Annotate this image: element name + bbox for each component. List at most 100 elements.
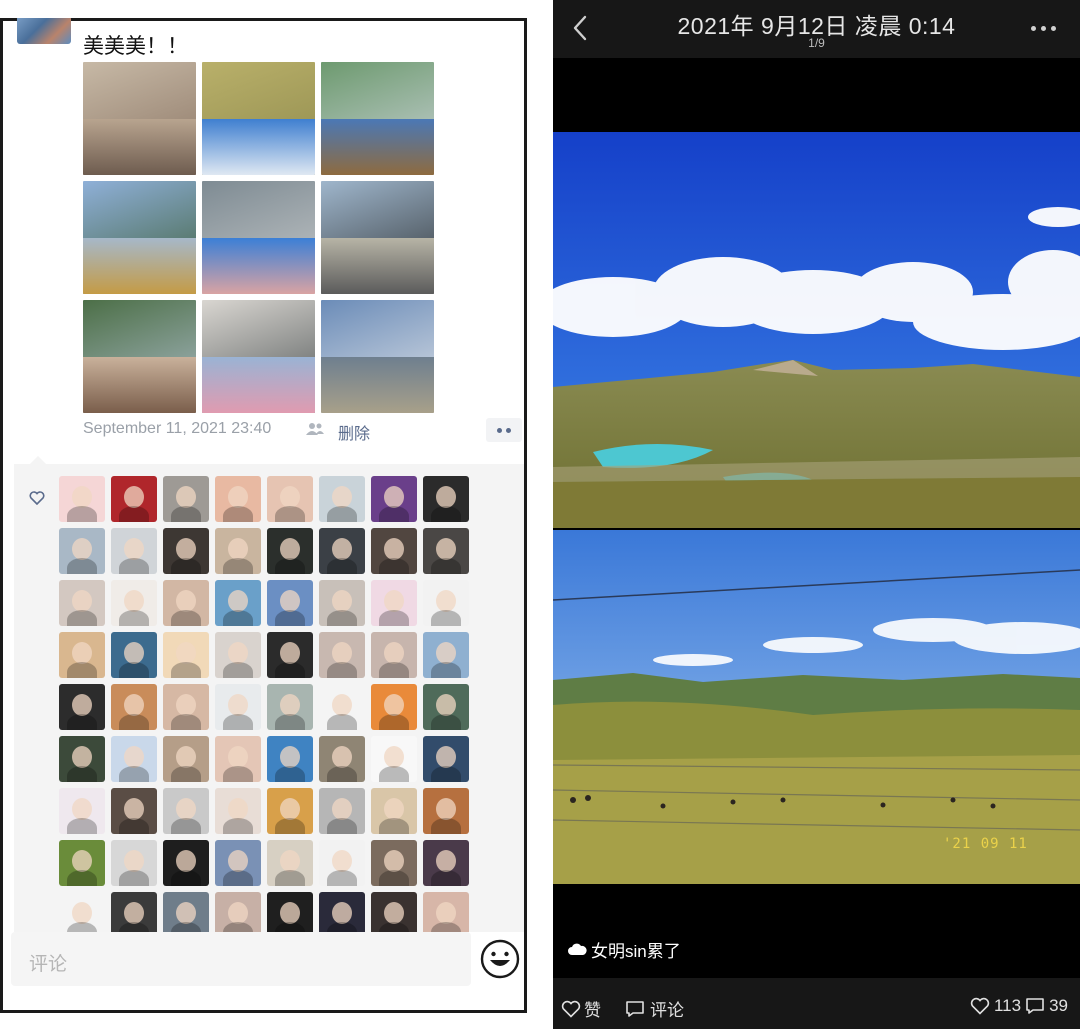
liker-avatar[interactable] [215, 580, 261, 626]
likes-section [14, 456, 524, 938]
dot-icon [506, 427, 511, 433]
liker-avatar[interactable] [163, 840, 209, 886]
liker-avatar[interactable] [267, 788, 313, 834]
comment-bar: 评论 [3, 932, 524, 1010]
liker-avatar[interactable] [111, 528, 157, 574]
liker-avatar[interactable] [371, 736, 417, 782]
liker-avatar[interactable] [111, 580, 157, 626]
liker-avatar[interactable] [163, 788, 209, 834]
liker-avatar[interactable] [371, 528, 417, 574]
liker-avatar[interactable] [371, 580, 417, 626]
liker-avatar[interactable] [267, 840, 313, 886]
avatar-face [332, 902, 352, 924]
liker-avatar[interactable] [215, 632, 261, 678]
avatar-face [332, 538, 352, 560]
post-photo-thumbnail[interactable] [321, 62, 434, 175]
liker-avatar[interactable] [319, 632, 365, 678]
avatar-face [280, 850, 300, 872]
liker-avatar[interactable] [59, 840, 105, 886]
emoji-icon[interactable] [480, 939, 520, 979]
liker-avatar[interactable] [267, 736, 313, 782]
post-photo-thumbnail[interactable] [202, 181, 315, 294]
photo-collage-lower-half [321, 356, 434, 413]
liker-avatar[interactable] [59, 684, 105, 730]
liker-avatar[interactable] [163, 580, 209, 626]
liker-avatar[interactable] [59, 528, 105, 574]
avatar-body [223, 714, 253, 730]
liker-avatar[interactable] [59, 788, 105, 834]
liker-avatar[interactable] [319, 528, 365, 574]
avatar-body [431, 818, 461, 834]
like-button[interactable]: 赞 [561, 996, 601, 1021]
liker-avatar[interactable] [423, 632, 469, 678]
liker-avatar[interactable] [319, 684, 365, 730]
liker-avatar[interactable] [163, 632, 209, 678]
avatar-face [228, 746, 248, 768]
liker-avatar[interactable] [59, 580, 105, 626]
liker-avatar[interactable] [215, 736, 261, 782]
more-actions-button[interactable] [486, 418, 522, 442]
comment-button[interactable]: 评论 [625, 996, 684, 1021]
post-photo-thumbnail[interactable] [83, 181, 196, 294]
liker-avatar[interactable] [319, 788, 365, 834]
delete-link[interactable]: 删除 [338, 420, 370, 444]
avatar-face [176, 538, 196, 560]
liker-avatar[interactable] [371, 632, 417, 678]
liker-avatar[interactable] [371, 788, 417, 834]
liker-avatar[interactable] [423, 684, 469, 730]
post-photo-thumbnail[interactable] [83, 62, 196, 175]
liker-avatar[interactable] [267, 476, 313, 522]
liker-avatar[interactable] [111, 736, 157, 782]
liker-avatar[interactable] [319, 476, 365, 522]
liker-avatar[interactable] [371, 840, 417, 886]
liker-avatar[interactable] [215, 476, 261, 522]
liker-avatar[interactable] [111, 684, 157, 730]
liker-avatar[interactable] [163, 684, 209, 730]
liker-avatar[interactable] [111, 632, 157, 678]
liker-avatar[interactable] [267, 580, 313, 626]
post-photo-thumbnail[interactable] [321, 300, 434, 413]
liker-avatar[interactable] [215, 788, 261, 834]
post-photo-thumbnail[interactable] [202, 62, 315, 175]
main-photo[interactable]: '21 09 11 [553, 132, 1080, 884]
liker-avatar[interactable] [267, 528, 313, 574]
liker-avatar[interactable] [423, 528, 469, 574]
post-photo-thumbnail[interactable] [83, 300, 196, 413]
liker-avatar[interactable] [59, 736, 105, 782]
liker-avatar[interactable] [319, 580, 365, 626]
post-photo-thumbnail[interactable] [321, 181, 434, 294]
avatar-body [275, 870, 305, 886]
moments-post-panel: 美美美！！ September 11, 2021 23:40 删除 评论 [0, 18, 527, 1013]
liker-avatar[interactable] [423, 788, 469, 834]
liker-avatar[interactable] [371, 476, 417, 522]
liker-avatar[interactable] [59, 632, 105, 678]
liker-avatar[interactable] [423, 736, 469, 782]
avatar-face [72, 694, 92, 716]
liker-avatar[interactable] [423, 840, 469, 886]
dot-icon [1031, 26, 1036, 31]
liker-avatar[interactable] [59, 476, 105, 522]
liker-avatar[interactable] [319, 736, 365, 782]
liker-avatar[interactable] [111, 840, 157, 886]
avatar[interactable] [17, 18, 71, 44]
avatar-body [67, 662, 97, 678]
more-options-button[interactable] [1031, 26, 1056, 31]
liker-avatar[interactable] [215, 528, 261, 574]
liker-avatar[interactable] [423, 580, 469, 626]
liker-avatar[interactable] [423, 476, 469, 522]
liker-avatar[interactable] [163, 736, 209, 782]
liker-avatar[interactable] [215, 840, 261, 886]
avatar-face [280, 486, 300, 508]
liker-avatar[interactable] [111, 788, 157, 834]
liker-avatar[interactable] [267, 684, 313, 730]
photo-collage-lower-half [202, 356, 315, 413]
liker-avatar[interactable] [267, 632, 313, 678]
liker-avatar[interactable] [163, 528, 209, 574]
liker-avatar[interactable] [163, 476, 209, 522]
liker-avatar[interactable] [111, 476, 157, 522]
comment-input[interactable]: 评论 [11, 932, 471, 986]
liker-avatar[interactable] [215, 684, 261, 730]
liker-avatar[interactable] [319, 840, 365, 886]
post-photo-thumbnail[interactable] [202, 300, 315, 413]
liker-avatar[interactable] [371, 684, 417, 730]
